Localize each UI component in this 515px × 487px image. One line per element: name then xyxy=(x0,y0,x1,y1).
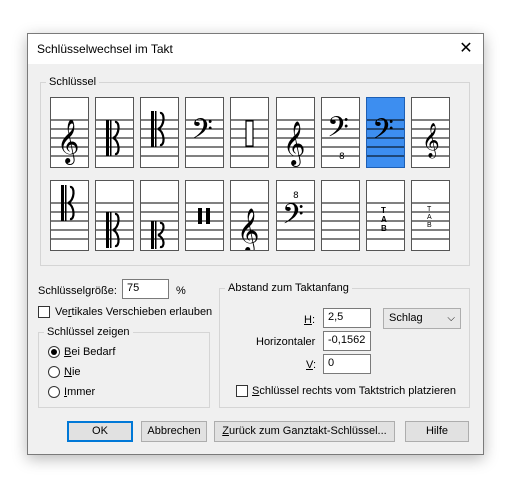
c-clef-lowest-icon xyxy=(141,202,178,249)
title-bar: Schlüsselwechsel im Takt ✕ xyxy=(28,34,483,64)
c-clef-low-icon xyxy=(96,202,133,248)
right-of-barline-checkbox[interactable] xyxy=(236,385,248,397)
svg-text:A: A xyxy=(381,215,387,224)
svg-text:T: T xyxy=(427,206,432,213)
chevron-down-icon: ⌵ xyxy=(447,313,455,324)
help-button[interactable]: Hilfe xyxy=(405,421,469,442)
svg-text:B: B xyxy=(427,222,432,229)
svg-text:𝄢: 𝄢 xyxy=(327,111,349,151)
vertical-move-checkbox[interactable] xyxy=(38,306,50,318)
clef-tile-alto-clef[interactable] xyxy=(95,97,134,168)
horizontal-input[interactable]: -0,1562 xyxy=(323,331,371,351)
clef-tile-percussion-rect-clef[interactable] xyxy=(230,97,269,168)
right-of-barline-label: Schlüssel rechts vom Taktstrich platzier… xyxy=(252,385,456,397)
clef-tile-bass-clef-selected[interactable]: 𝄢 xyxy=(366,97,405,168)
clef-tile-c-clef-top[interactable] xyxy=(50,180,89,251)
svg-text:T: T xyxy=(381,206,386,215)
clef-tile-treble-clef[interactable]: 𝄞 xyxy=(50,97,89,168)
svg-text:𝄞: 𝄞 xyxy=(237,208,259,250)
bass-8va-clef-icon: 8𝄢 xyxy=(277,191,314,240)
v-label: V: xyxy=(306,359,316,371)
clef-tile-tenor-clef[interactable] xyxy=(140,97,179,168)
dialog-title: Schlüsselwechsel im Takt xyxy=(37,42,173,56)
treble-small-clef-icon: 𝄞 xyxy=(412,119,449,159)
clef-tile-c-clef-lowest[interactable] xyxy=(140,180,179,251)
svg-text:𝄞: 𝄞 xyxy=(57,119,79,165)
h-input[interactable]: 2,5 xyxy=(323,308,371,328)
vertical-move-label: Vertikales Verschieben erlauben xyxy=(55,306,213,318)
percussion-bars-clef-icon xyxy=(186,202,223,240)
unit-select[interactable]: Schlag ⌵ xyxy=(383,308,461,329)
svg-text:8: 8 xyxy=(339,152,345,162)
svg-text:𝄞: 𝄞 xyxy=(283,121,305,167)
bass-clef-selected-icon: 𝄢 xyxy=(367,113,404,157)
radio-when-needed-label: Bei Bedarf xyxy=(64,346,116,358)
radio-always-label: Immer xyxy=(64,386,96,398)
svg-text:𝄞: 𝄞 xyxy=(422,123,440,159)
clef-tile-c-clef-low[interactable] xyxy=(95,180,134,251)
clef-tile-tab-clef[interactable]: TAB xyxy=(366,180,405,251)
tab-small-clef-icon: TAB xyxy=(412,202,449,240)
clef-tile-blank-clef[interactable] xyxy=(321,180,360,251)
clef-group-legend: Schlüssel xyxy=(49,76,97,88)
svg-text:𝄢: 𝄢 xyxy=(282,198,304,238)
french-violin-clef-icon: 𝄞 xyxy=(231,202,268,250)
radio-always[interactable] xyxy=(48,386,60,398)
clef-size-input[interactable]: 75 xyxy=(122,279,169,299)
clef-tile-bass-8vb-clef[interactable]: 𝄢 8 xyxy=(321,97,360,168)
close-icon[interactable]: ✕ xyxy=(455,38,477,60)
v-input[interactable]: 0 xyxy=(323,354,371,374)
treble-clef-icon: 𝄞 xyxy=(51,119,88,165)
clef-size-unit: % xyxy=(176,285,186,297)
c-clef-top-icon xyxy=(51,185,88,240)
blank-clef-icon xyxy=(322,202,359,240)
bass-8vb-clef-icon: 𝄢8 xyxy=(322,111,359,162)
clef-tile-bass-clef[interactable]: 𝄢 xyxy=(185,97,224,168)
radio-never[interactable] xyxy=(48,366,60,378)
alto-clef-icon xyxy=(96,119,133,157)
clef-tile-treble-8va-clef[interactable]: 𝄞 xyxy=(276,97,315,168)
radio-when-needed[interactable] xyxy=(48,346,60,358)
treble-8va-clef-icon: 𝄞 xyxy=(277,119,314,167)
h-label: H: xyxy=(304,314,316,326)
unit-select-value: Schlag xyxy=(389,312,423,324)
distance-legend: Abstand zum Taktanfang xyxy=(228,282,349,294)
percussion-rect-clef-icon xyxy=(231,119,268,157)
ok-button[interactable]: OK xyxy=(67,421,133,442)
clef-size-label: Schlüsselgröße: xyxy=(38,285,117,297)
tenor-clef-icon xyxy=(141,111,178,157)
svg-text:B: B xyxy=(381,224,387,233)
show-clef-legend: Schlüssel zeigen xyxy=(47,326,130,338)
svg-text:𝄢: 𝄢 xyxy=(191,113,213,153)
clef-change-dialog: Schlüsselwechsel im Takt ✕ Schlüssel Sch… xyxy=(27,33,484,455)
clef-tile-french-violin-clef[interactable]: 𝄞 xyxy=(230,180,269,251)
reset-to-whole-measure-button[interactable]: Zurück zum Ganztakt-Schlüssel... xyxy=(214,421,395,442)
svg-text:𝄢: 𝄢 xyxy=(372,113,394,153)
clef-tile-treble-small-clef[interactable]: 𝄞 xyxy=(411,97,450,168)
tab-clef-icon: TAB xyxy=(367,202,404,240)
radio-never-label: Nie xyxy=(64,366,81,378)
cancel-button[interactable]: Abbrechen xyxy=(141,421,207,442)
horizontal-label: Horizontaler xyxy=(256,336,316,348)
clef-tile-percussion-bars-clef[interactable] xyxy=(185,180,224,251)
clef-tile-tab-small-clef[interactable]: TAB xyxy=(411,180,450,251)
clef-tile-bass-8va-clef[interactable]: 8 𝄢 xyxy=(276,180,315,251)
bass-clef-icon: 𝄢 xyxy=(186,113,223,157)
svg-text:A: A xyxy=(427,214,432,221)
